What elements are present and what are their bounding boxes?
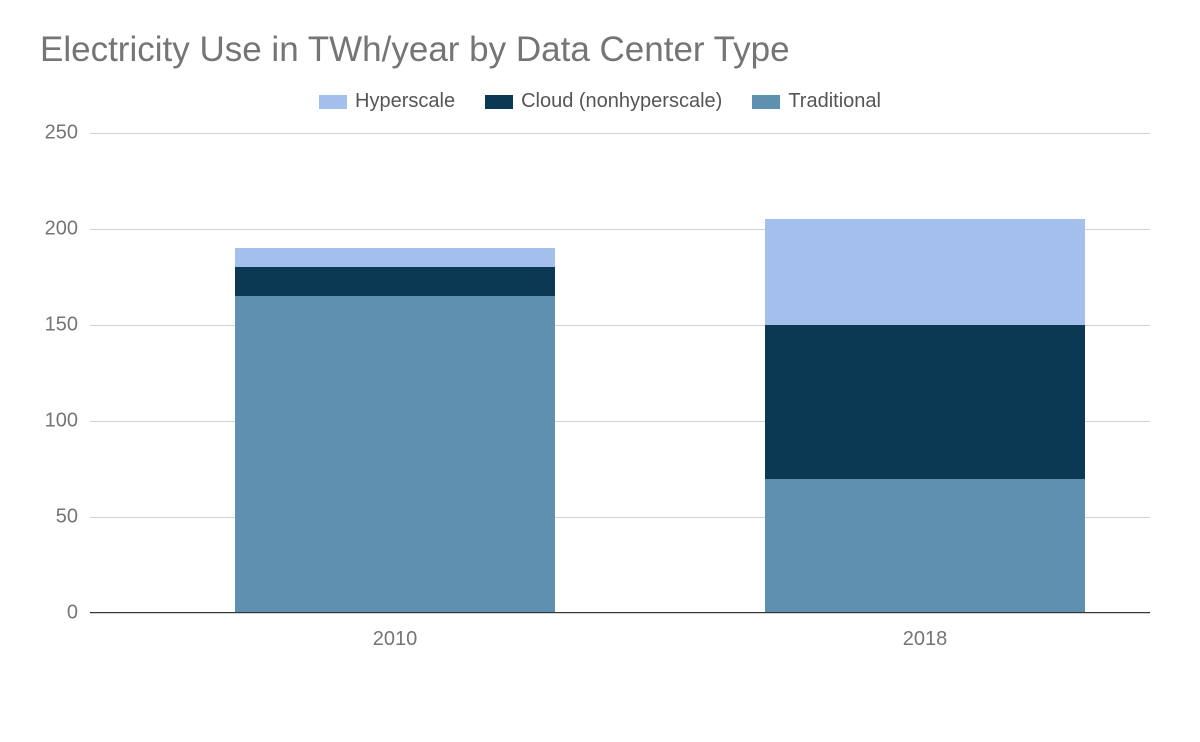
legend-swatch-traditional xyxy=(752,95,780,109)
x-tick-label: 2010 xyxy=(235,628,555,651)
bar-group xyxy=(765,219,1085,613)
legend-label-hyperscale: Hyperscale xyxy=(355,90,455,113)
y-tick-label: 150 xyxy=(45,314,78,337)
bars-area xyxy=(90,133,1150,613)
y-tick-label: 50 xyxy=(56,506,78,529)
chart-legend: Hyperscale Cloud (nonhyperscale) Traditi… xyxy=(30,90,1170,113)
legend-label-cloud: Cloud (nonhyperscale) xyxy=(521,90,722,113)
legend-swatch-hyperscale xyxy=(319,95,347,109)
bar-segment-hyperscale xyxy=(765,219,1085,325)
plot-area: 050100150200250 20102018 xyxy=(90,133,1150,663)
bar-group xyxy=(235,248,555,613)
y-tick-label: 250 xyxy=(45,122,78,145)
bar-segment-cloud-nonhyperscale- xyxy=(235,267,555,296)
chart-container: Electricity Use in TWh/year by Data Cent… xyxy=(0,0,1200,742)
chart-title: Electricity Use in TWh/year by Data Cent… xyxy=(40,30,1170,70)
gridline xyxy=(90,613,1150,614)
bar-segment-traditional xyxy=(235,296,555,613)
y-tick-label: 0 xyxy=(67,602,78,625)
legend-swatch-cloud xyxy=(485,95,513,109)
bar-segment-traditional xyxy=(765,479,1085,613)
legend-item-cloud: Cloud (nonhyperscale) xyxy=(485,90,722,113)
x-tick-label: 2018 xyxy=(765,628,1085,651)
legend-item-hyperscale: Hyperscale xyxy=(319,90,455,113)
y-tick-label: 200 xyxy=(45,218,78,241)
legend-label-traditional: Traditional xyxy=(788,90,881,113)
bar-segment-cloud-nonhyperscale- xyxy=(765,325,1085,479)
x-axis-baseline xyxy=(90,612,1150,613)
y-tick-label: 100 xyxy=(45,410,78,433)
bar-segment-hyperscale xyxy=(235,248,555,267)
legend-item-traditional: Traditional xyxy=(752,90,881,113)
